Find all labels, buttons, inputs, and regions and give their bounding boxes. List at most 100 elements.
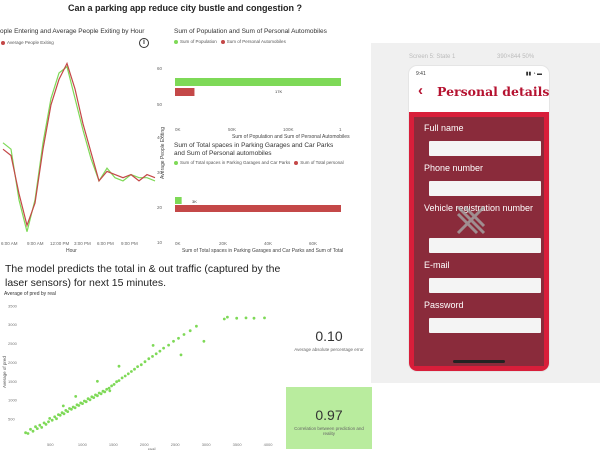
bar1-x-tick-50: 50K bbox=[228, 127, 237, 132]
form-panel: Full name Phone number Vehicle registrat… bbox=[414, 117, 544, 366]
phone-input[interactable] bbox=[429, 181, 541, 196]
model-description: The model predicts the total in & out tr… bbox=[5, 263, 281, 289]
form-area: Full name Phone number Vehicle registrat… bbox=[409, 112, 549, 371]
bar2-x-tick-20: 20K bbox=[219, 241, 228, 246]
scatter-point bbox=[74, 395, 78, 398]
scatter-x-tick-0: 500 bbox=[47, 442, 54, 447]
legend-dot-population bbox=[174, 39, 178, 44]
legend-label-exiting: Average People Exiting bbox=[7, 40, 54, 45]
phone-screen: 9:41 ▮▮ ◔ ▬ ‹ Personal details Full name… bbox=[409, 66, 549, 371]
line-series-exiting bbox=[2, 61, 156, 228]
kpi-correlation-value: 0.97 bbox=[315, 407, 343, 423]
bar2-x-tick-40: 40K bbox=[264, 241, 273, 246]
kpi-correlation-label: Correlation between prediction and reali… bbox=[294, 426, 364, 436]
scatter-x-tick-2: 1500 bbox=[109, 442, 119, 447]
bar1-x-tick-0: 0K bbox=[175, 127, 181, 132]
status-icons: ▮▮ ◔ ▬ bbox=[525, 71, 542, 77]
password-input[interactable] bbox=[429, 318, 541, 333]
scatter-point bbox=[195, 324, 198, 328]
scatter-y-tick-5: 3000 bbox=[8, 322, 18, 327]
scatter-point bbox=[77, 404, 81, 407]
scatter-y-tick-2: 1500 bbox=[8, 379, 18, 384]
scatter-point bbox=[99, 392, 103, 396]
bar-1-value-label: 17K bbox=[275, 89, 283, 94]
page-title: Can a parking app reduce city bustle and… bbox=[67, 3, 303, 13]
field-label-phone: Phone number bbox=[424, 163, 484, 173]
line-y-axis-title: Average People Exiting bbox=[159, 127, 166, 179]
scatter-point bbox=[84, 400, 88, 404]
scatter-title: Average of pred by real bbox=[4, 291, 56, 297]
vehicle-registration-input[interactable] bbox=[429, 238, 541, 253]
scatter-point bbox=[96, 379, 99, 383]
scatter-point bbox=[110, 384, 113, 388]
drag-cross-icon bbox=[456, 205, 486, 235]
legend-dot-automobiles bbox=[220, 39, 225, 44]
scatter-point bbox=[81, 402, 84, 405]
scatter-point bbox=[167, 343, 171, 347]
legend-label-automobiles: Sum of Personal Automobiles bbox=[226, 39, 286, 44]
scatter-point bbox=[24, 431, 27, 435]
scatter-point bbox=[38, 423, 42, 427]
info-icon[interactable]: i bbox=[139, 38, 149, 48]
scatter-point bbox=[172, 339, 175, 343]
home-indicator bbox=[453, 360, 505, 363]
bar-chart-1-legend: Sum of Population Sum of Personal Automo… bbox=[174, 39, 286, 44]
x-tick-3pm: 3:00 PM bbox=[74, 241, 91, 246]
scatter-y-tick-4: 2500 bbox=[8, 341, 18, 346]
scatter-point bbox=[61, 404, 65, 408]
scatter-point bbox=[35, 427, 39, 430]
y-tick-20: 20 bbox=[157, 205, 163, 210]
scatter-point bbox=[136, 365, 140, 368]
scatter-point bbox=[151, 344, 155, 347]
mockup-screen-label: Screen 5: State 1 bbox=[409, 54, 456, 60]
scatter-point bbox=[188, 329, 192, 333]
bar-chart-1-title: Sum of Population and Sum of Personal Au… bbox=[174, 28, 327, 35]
kpi-mape-value: 0.10 bbox=[315, 328, 343, 344]
back-chevron-icon[interactable]: ‹ bbox=[418, 82, 423, 99]
bar2-x-axis-title: Sum of Total spaces in Parking Garages a… bbox=[182, 248, 344, 254]
scatter-point bbox=[70, 407, 73, 411]
full-name-input[interactable] bbox=[429, 141, 541, 156]
bar1-x-axis-title: Sum of Population and Sum of Personal Au… bbox=[232, 134, 350, 140]
scatter-point bbox=[147, 357, 151, 361]
legend-dot-total-personal bbox=[294, 160, 299, 165]
scatter-point bbox=[55, 417, 58, 421]
legend-label-total-spaces: Sum of Total spaces in Parking Garages a… bbox=[180, 160, 291, 165]
scatter-point bbox=[202, 339, 206, 343]
scatter-point bbox=[235, 316, 239, 320]
line-x-axis-title: Hour bbox=[66, 248, 77, 254]
x-tick-12pm: 12:00 PM bbox=[50, 241, 70, 246]
y-tick-50: 50 bbox=[157, 102, 163, 107]
line-chart bbox=[2, 61, 156, 232]
scatter-point bbox=[139, 363, 143, 367]
bar2-x-tick-0: 0K bbox=[175, 241, 181, 246]
bar-1-series-1 bbox=[175, 88, 195, 96]
scatter-point bbox=[103, 390, 107, 394]
scatter-point bbox=[107, 386, 111, 390]
scatter-point bbox=[117, 379, 121, 382]
legend-label-population: Sum of Population bbox=[180, 39, 217, 44]
scatter-point bbox=[244, 316, 248, 320]
scatter-point bbox=[179, 353, 183, 357]
scatter-point bbox=[177, 336, 180, 340]
line-chart-legend: Average People Exiting bbox=[1, 40, 54, 45]
scatter-y-tick-6: 3500 bbox=[8, 303, 18, 308]
field-label-email: E-mail bbox=[424, 260, 450, 270]
scatter-x-tick-1: 1000 bbox=[78, 442, 88, 447]
scatter-point bbox=[130, 370, 133, 373]
email-input[interactable] bbox=[429, 278, 541, 293]
scatter-point bbox=[182, 333, 186, 336]
x-tick-9pm: 9:00 PM bbox=[121, 241, 138, 246]
scatter-point bbox=[162, 346, 166, 350]
scatter-point bbox=[31, 429, 35, 433]
x-tick-6am: 6:00 AM bbox=[1, 241, 18, 246]
field-label-password: Password bbox=[424, 300, 464, 310]
scatter-point bbox=[133, 367, 136, 371]
bar-chart-2-legend: Sum of Total spaces in Parking Garages a… bbox=[174, 160, 344, 165]
scatter-point bbox=[66, 410, 70, 413]
scatter-point bbox=[115, 380, 118, 384]
field-label-full-name: Full name bbox=[424, 123, 464, 133]
bar1-x-tick-150: 1 bbox=[339, 127, 342, 132]
legend-dot-total-spaces bbox=[174, 160, 178, 165]
scatter-point bbox=[58, 413, 62, 417]
